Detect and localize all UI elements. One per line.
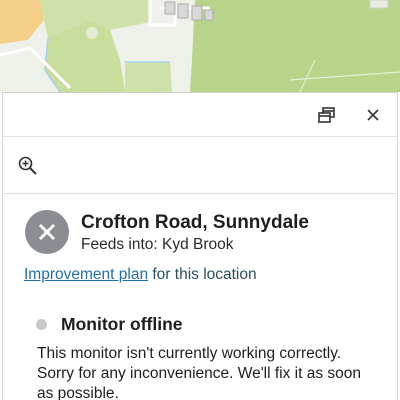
feeds-into-label: Feeds into: Kyd Brook bbox=[81, 236, 234, 253]
panel-toolbar bbox=[3, 93, 397, 137]
monitor-status-title: Monitor offline bbox=[61, 314, 183, 334]
restore-window-icon[interactable] bbox=[315, 103, 339, 127]
improvement-plan-link[interactable]: Improvement plan bbox=[24, 266, 148, 283]
location-panel: Crofton Road, Sunnydale Feeds into: Kyd … bbox=[2, 92, 398, 400]
improvement-plan-line: Improvement plan for this location bbox=[24, 266, 257, 284]
monitor-status-message: This monitor isn't currently working cor… bbox=[37, 345, 362, 400]
location-details: Crofton Road, Sunnydale Feeds into: Kyd … bbox=[3, 194, 397, 400]
zoom-row bbox=[3, 137, 397, 194]
offline-x-icon bbox=[25, 210, 69, 254]
map-tiles bbox=[0, 0, 400, 92]
monitor-status-dot bbox=[36, 319, 47, 330]
location-title: Crofton Road, Sunnydale bbox=[81, 212, 309, 233]
close-icon[interactable] bbox=[361, 103, 385, 127]
improvement-plan-suffix: for this location bbox=[148, 266, 257, 283]
zoom-in-icon[interactable] bbox=[17, 155, 39, 177]
map-view[interactable] bbox=[0, 0, 400, 92]
